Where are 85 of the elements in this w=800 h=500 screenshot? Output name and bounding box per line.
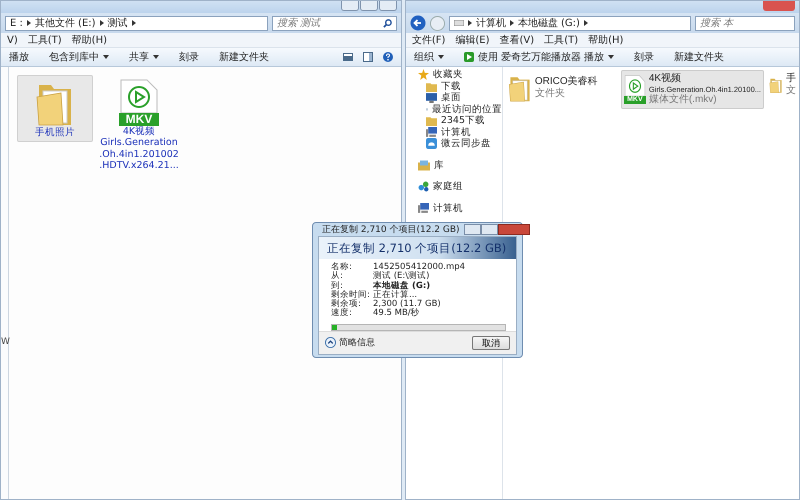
toolbar-button[interactable]: 播放 <box>9 50 29 64</box>
video-file-icon <box>624 75 646 96</box>
folder-icon <box>769 76 783 94</box>
field-value: 本地磁盘 (G:) <box>373 282 432 291</box>
close-button[interactable] <box>378 1 397 11</box>
play-icon <box>464 52 474 62</box>
field-value: 测试 (E:\测试) <box>373 272 430 282</box>
nav-item[interactable]: 库 <box>418 160 502 171</box>
menu-item[interactable]: 编辑(E) <box>455 33 490 47</box>
chevron-up-icon <box>325 337 336 348</box>
chevron-icon <box>468 20 472 26</box>
menu-item[interactable]: 帮助(H) <box>588 33 624 47</box>
field-value: 正在计算... <box>373 290 418 300</box>
nav-item[interactable]: 下载 <box>418 80 502 92</box>
nav-item[interactable]: 家庭组 <box>418 181 502 192</box>
nav-item[interactable]: 计算机 <box>418 126 502 138</box>
toolbar-button[interactable]: 新建文件夹 <box>674 50 724 64</box>
minimize-button[interactable] <box>464 224 481 235</box>
nav-item[interactable]: 桌面 <box>418 92 502 104</box>
view-icon[interactable] <box>342 53 353 61</box>
nav-item[interactable]: 最近访问的位置 <box>418 104 502 115</box>
folder-item[interactable]: 手 文 <box>766 70 799 100</box>
maximize-button[interactable] <box>360 1 378 11</box>
menu-item[interactable]: 工具(T) <box>544 33 578 47</box>
nav-item[interactable]: 计算机 <box>418 202 502 214</box>
drive-icon <box>454 20 464 26</box>
field-label: 剩余项: <box>331 300 362 310</box>
toolbar-button[interactable]: 使用 爱奇艺万能播放器 播放 <box>464 50 614 64</box>
field-value: 2,300 (11.7 GB) <box>373 300 442 310</box>
video-file-icon <box>119 79 159 113</box>
minimize-button[interactable] <box>340 1 359 11</box>
search-icon <box>382 18 392 28</box>
people-icon <box>418 181 429 192</box>
monitor-icon <box>426 92 437 104</box>
field-label: 到: <box>331 282 343 291</box>
toolbar-button[interactable]: 包含到库中 <box>49 50 109 64</box>
nav-item[interactable]: 微云同步盘 <box>418 138 502 150</box>
address-bar[interactable]: 计算机 本地磁盘 (G:) <box>448 16 691 30</box>
library-icon <box>418 160 430 171</box>
maximize-button[interactable] <box>480 224 498 235</box>
file-type-label: MKV <box>119 113 159 126</box>
menu-item[interactable]: 查看(V) <box>500 33 534 47</box>
computer-icon <box>418 202 429 214</box>
nav-item[interactable]: 2345下载 <box>418 115 502 126</box>
field-label: 剩余时间: <box>331 290 371 300</box>
toolbar-button[interactable]: 刻录 <box>634 50 654 64</box>
field-label: 速度: <box>331 309 353 319</box>
field-label: 从: <box>331 272 344 282</box>
chevron-icon <box>26 20 31 26</box>
search-field[interactable]: 搜索 测试 <box>272 16 397 30</box>
dialog-title: 正在复制 2,710 个项目(12.2 GB) <box>322 224 460 236</box>
help-icon[interactable] <box>382 52 393 62</box>
cancel-button[interactable]: 取消 <box>472 336 510 350</box>
toolbar-button[interactable]: 刻录 <box>179 50 199 64</box>
toolbar-button[interactable]: 共享 <box>129 50 159 64</box>
folder-icon <box>426 80 437 92</box>
menu-item[interactable]: 帮助(H) <box>72 33 107 47</box>
sidebar-text: W <box>1 337 10 347</box>
chevron-icon <box>100 20 104 26</box>
field-label: 名称: <box>331 263 353 272</box>
nav-item[interactable]: 收藏夹 <box>418 69 502 80</box>
toolbar-button[interactable]: 新建文件夹 <box>219 50 269 64</box>
dialog-heading: 正在复制 2,710 个项目(12.2 GB) <box>327 240 506 256</box>
chevron-icon <box>510 20 514 26</box>
pane-icon[interactable] <box>362 52 373 62</box>
cloud-icon <box>426 138 437 150</box>
folder-item[interactable]: 手机照片 <box>17 75 93 142</box>
menu-item[interactable]: 文件(F) <box>412 33 446 47</box>
search-field[interactable]: 搜索 本 <box>695 16 795 30</box>
toolbar-button[interactable]: 组织 <box>414 50 444 64</box>
details-toggle[interactable]: 简略信息 <box>325 336 375 350</box>
menu-item[interactable]: V) <box>7 34 18 46</box>
address-bar[interactable]: E : 其他文件 (E:) 测试 <box>5 16 268 30</box>
star-icon <box>418 69 429 80</box>
file-item[interactable]: MKV 4K视频 Girls.Generation .Oh.4in1.201002 .HDTV.x264.21... <box>101 75 177 176</box>
computer-icon <box>426 126 437 138</box>
folder-icon <box>426 115 437 126</box>
field-value: 1452505412000.mp4 <box>373 263 466 272</box>
field-value: 49.5 MB/秒 <box>373 309 421 319</box>
back-button[interactable] <box>410 15 426 31</box>
chevron-icon <box>132 20 136 26</box>
menu-item[interactable]: 工具(T) <box>28 33 62 47</box>
close-button[interactable] <box>498 224 530 235</box>
folder-item[interactable]: ORICO美睿科 文件夹 <box>504 70 619 106</box>
chevron-icon <box>584 20 588 26</box>
